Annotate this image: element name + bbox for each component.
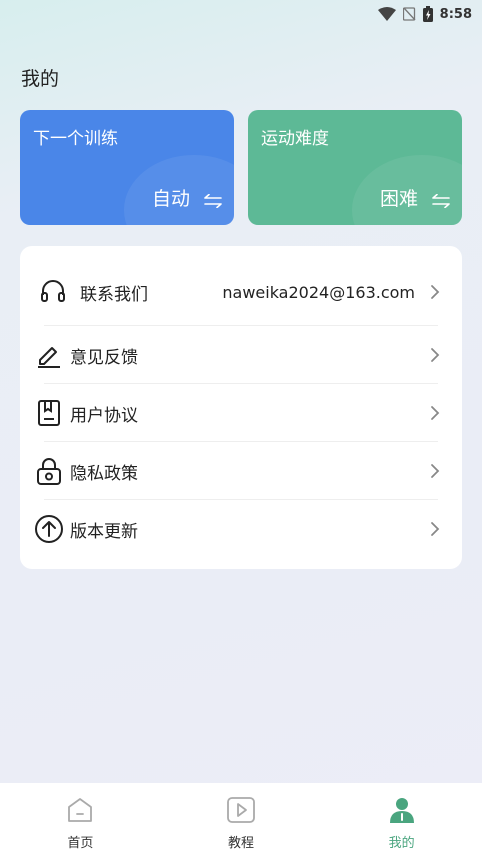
menu-item-feedback[interactable]: 意见反馈	[20, 327, 462, 383]
menu-item-version-update[interactable]: 版本更新	[20, 501, 462, 557]
chevron-right-icon	[431, 522, 440, 536]
headset-icon	[38, 277, 68, 307]
nav-item-profile[interactable]: 我的	[321, 783, 482, 856]
divider	[44, 499, 438, 500]
next-workout-title: 下一个训练	[33, 129, 118, 149]
difficulty-value: 困难	[379, 188, 418, 210]
next-workout-value: 自动	[151, 188, 190, 210]
menu-item-user-agreement[interactable]: 用户协议	[20, 385, 462, 441]
nav-item-tutorial[interactable]: 教程	[161, 783, 322, 856]
bottom-nav: 首页 教程 我的	[0, 783, 482, 856]
swap-icon[interactable]	[203, 194, 223, 208]
no-signal-icon	[402, 7, 416, 21]
chevron-right-icon	[431, 406, 440, 420]
status-time: 8:58	[439, 6, 472, 22]
home-icon	[68, 798, 93, 822]
difficulty-card[interactable]: 运动难度 困难	[248, 110, 462, 225]
page-title: 我的	[21, 68, 60, 90]
nav-label-profile: 我的	[388, 836, 415, 851]
chevron-right-icon	[431, 464, 440, 478]
menu-label-feedback: 意见反馈	[70, 347, 138, 368]
contact-email: naweika2024@163.com	[222, 282, 415, 302]
divider	[44, 441, 438, 442]
menu-item-privacy[interactable]: 隐私政策	[20, 443, 462, 499]
status-bar: 8:58	[0, 0, 482, 28]
play-icon	[227, 797, 255, 823]
menu-label-privacy: 隐私政策	[70, 463, 138, 484]
nav-item-home[interactable]: 首页	[0, 783, 161, 856]
edit-icon	[34, 340, 64, 370]
menu-label-contact: 联系我们	[80, 284, 148, 305]
arrow-up-circle-icon	[34, 514, 64, 544]
chevron-right-icon	[431, 285, 440, 299]
difficulty-title: 运动难度	[261, 129, 329, 149]
wifi-icon	[377, 7, 396, 21]
document-icon	[34, 398, 64, 428]
next-workout-card[interactable]: 下一个训练 自动	[20, 110, 234, 225]
nav-label-home: 首页	[67, 836, 94, 851]
menu-label-user-agreement: 用户协议	[70, 405, 138, 426]
profile-icon	[389, 798, 414, 823]
nav-label-tutorial: 教程	[228, 836, 255, 851]
chevron-right-icon	[431, 348, 440, 362]
settings-menu: 联系我们 naweika2024@163.com 意见反馈 用户协议 隐私政策 …	[20, 246, 462, 569]
swap-icon[interactable]	[431, 194, 451, 208]
battery-charging-icon	[422, 6, 433, 22]
menu-label-version-update: 版本更新	[70, 521, 138, 542]
lock-icon	[34, 456, 64, 486]
divider	[44, 325, 438, 326]
divider	[44, 383, 438, 384]
menu-item-contact[interactable]: 联系我们 naweika2024@163.com	[20, 264, 462, 320]
